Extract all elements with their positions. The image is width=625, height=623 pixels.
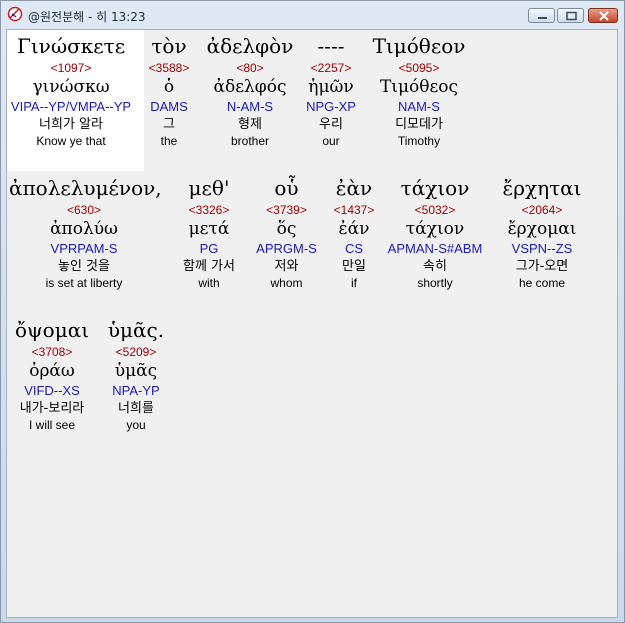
korean-gloss: 놓인 것을 <box>58 259 110 274</box>
korean-gloss: 만일 <box>342 259 366 274</box>
lemma: μετά <box>188 219 230 239</box>
word-cell[interactable]: ὑμᾶς. <5209> ὑμᾶς NPA-YP 너희를 you <box>101 318 171 432</box>
korean-gloss: 우리 <box>319 117 343 132</box>
korean-gloss: 그 <box>163 117 175 132</box>
app-logo-icon <box>7 6 23 22</box>
word-cell[interactable]: οὗ <3739> ὅς APRGM-S 저와 whom <box>249 176 324 290</box>
korean-gloss: 너희가 알라 <box>39 117 103 132</box>
lemma: ὁράω <box>29 361 75 381</box>
lemma: ἀδελφός <box>213 77 287 97</box>
lemma: ὑμᾶς <box>114 361 158 381</box>
greek-word: ἀπολελυμένον, <box>9 176 162 200</box>
strongs-number: <2257> <box>310 61 352 75</box>
greek-word: ἀδελφὸν <box>206 34 294 58</box>
english-gloss: shortly <box>417 276 453 290</box>
word-cell[interactable]: ἀπολελυμένον, <630> ἀπολύω VPRPAM-S 놓인 것… <box>9 176 162 290</box>
english-gloss: I will see <box>28 418 75 432</box>
strongs-number: <1097> <box>50 61 92 75</box>
greek-word: οὗ <box>274 176 299 200</box>
word-cell[interactable]: ---- <2257> ἡμῶν NPG-XP 우리 our <box>299 34 363 148</box>
interlinear-panel: Γινώσκετε <1097> γινώσκω VIPA--YP/VMPA--… <box>6 29 618 618</box>
minimize-button[interactable] <box>528 8 555 23</box>
english-gloss: he come <box>518 276 566 290</box>
strongs-number: <2064> <box>521 203 563 217</box>
english-gloss: Timothy <box>397 134 441 148</box>
english-gloss: our <box>322 134 340 148</box>
parsing-code: NPA-YP <box>112 383 160 398</box>
parsing-code: PG <box>199 241 219 256</box>
lemma: ἔρχομαι <box>507 219 577 239</box>
greek-word: τάχιον <box>400 176 470 200</box>
korean-gloss: 너희를 <box>118 401 154 416</box>
english-gloss: is set at liberty <box>45 276 123 290</box>
word-cell[interactable]: ὄψομαι <3708> ὁράω VIFD--XS 내가-보리라 I wil… <box>9 318 95 432</box>
lemma: ὅς <box>276 219 297 239</box>
word-cell[interactable]: ἀδελφὸν <80> ἀδελφός N-AM-S 형제 brother <box>200 34 300 148</box>
lemma: τάχιον <box>405 219 465 239</box>
english-gloss: if <box>351 276 357 290</box>
word-cell[interactable]: μεθ' <3326> μετά PG 함께 가서 with <box>169 176 249 290</box>
greek-word: ἔρχηται <box>502 176 582 200</box>
word-cell[interactable]: Τιμόθεον <5095> Τιμόθεος NAM-S 디모데가 Timo… <box>364 34 474 148</box>
strongs-number: <3739> <box>266 203 307 217</box>
greek-word: ---- <box>317 34 345 58</box>
window-title: @원전분해 - 히 13:23 <box>28 10 146 24</box>
korean-gloss: 그가-오면 <box>515 259 569 274</box>
parsing-code: VIPA--YP/VMPA--YP <box>10 99 132 114</box>
word-cell[interactable]: Γινώσκετε <1097> γινώσκω VIPA--YP/VMPA--… <box>9 34 133 148</box>
korean-gloss: 속히 <box>423 259 447 274</box>
strongs-number: <3326> <box>188 203 230 217</box>
korean-gloss: 함께 가서 <box>183 259 235 274</box>
lemma: Τιμόθεος <box>379 77 459 97</box>
close-button[interactable] <box>588 8 618 23</box>
strongs-number: <3708> <box>31 345 73 359</box>
parsing-code: VPRPAM-S <box>50 241 118 256</box>
greek-word: τὸν <box>151 34 187 58</box>
parsing-code: NAM-S <box>398 99 440 114</box>
word-cell[interactable]: ἔρχηται <2064> ἔρχομαι VSPN--ZS 그가-오면 he… <box>490 176 594 290</box>
greek-word: ὄψομαι <box>14 318 90 342</box>
korean-gloss: 디모데가 <box>395 117 443 132</box>
parsing-code: N-AM-S <box>226 99 274 114</box>
parsing-code: APMAN-S#ABM <box>387 241 483 256</box>
korean-gloss: 저와 <box>274 259 299 274</box>
english-gloss: Know ye that <box>36 134 106 148</box>
parsing-code: NPG-XP <box>306 99 356 114</box>
greek-word: Γινώσκετε <box>16 34 126 58</box>
greek-word: ἐὰν <box>335 176 373 200</box>
korean-gloss: 형제 <box>238 117 262 132</box>
maximize-button[interactable] <box>557 8 584 23</box>
greek-word: Τιμόθεον <box>372 34 466 58</box>
word-cell[interactable]: τὸν <3588> ὁ DAMS 그 the <box>139 34 199 148</box>
word-cell[interactable]: ἐὰν <1437> ἐάν CS 만일 if <box>327 176 381 290</box>
english-gloss: brother <box>230 134 270 148</box>
parsing-code: DAMS <box>150 99 188 114</box>
korean-gloss: 내가-보리라 <box>19 401 85 416</box>
word-cell[interactable]: τάχιον <5032> τάχιον APMAN-S#ABM 속히 shor… <box>385 176 485 290</box>
lemma: ὁ <box>163 77 175 97</box>
strongs-number: <1437> <box>333 203 375 217</box>
strongs-number: <3588> <box>148 61 190 75</box>
strongs-number: <80> <box>236 61 264 75</box>
lemma: ἡμῶν <box>308 77 354 97</box>
lemma: ἀπολύω <box>50 219 118 239</box>
application-window: @원전분해 - 히 13:23 Γινώσκετε <1097> γινώσκω… <box>0 0 625 623</box>
parsing-code: VSPN--ZS <box>511 241 573 256</box>
english-gloss: whom <box>270 276 303 290</box>
english-gloss: you <box>126 418 146 432</box>
parsing-code: APRGM-S <box>256 241 317 256</box>
parsing-code: CS <box>344 241 364 256</box>
lemma: ἐάν <box>338 219 370 239</box>
strongs-number: <5209> <box>115 345 157 359</box>
strongs-number: <5095> <box>398 61 440 75</box>
strongs-number: <5032> <box>414 203 456 217</box>
english-gloss: the <box>160 134 178 148</box>
title-bar[interactable]: @원전분해 - 히 13:23 <box>1 1 624 29</box>
strongs-number: <630> <box>66 203 102 217</box>
lemma: γινώσκω <box>32 77 110 97</box>
greek-word: ὑμᾶς. <box>107 318 165 342</box>
parsing-code: VIFD--XS <box>24 383 80 398</box>
english-gloss: with <box>198 276 220 290</box>
greek-word: μεθ' <box>188 176 230 200</box>
